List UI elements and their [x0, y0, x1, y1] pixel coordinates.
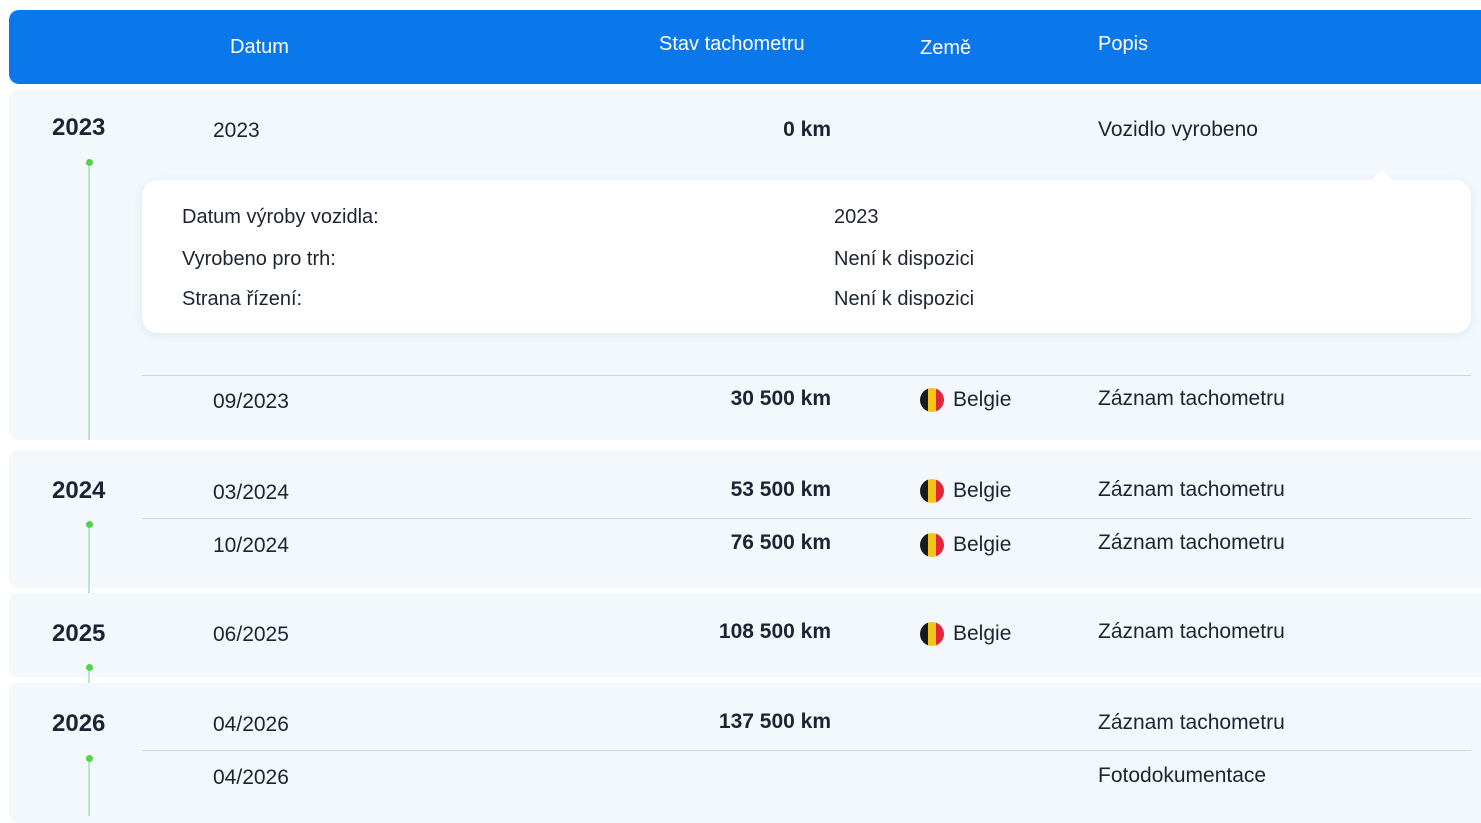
year-group-2024 — [9, 450, 1481, 588]
row-date: 04/2026 — [213, 766, 289, 789]
country-name: Belgie — [953, 533, 1012, 556]
row-description: Záznam tachometru — [1098, 711, 1285, 734]
timeline-dot — [85, 755, 93, 762]
row-date: 2023 — [213, 119, 260, 142]
row-description: Záznam tachometru — [1098, 478, 1285, 501]
timeline-line — [88, 762, 90, 816]
header-date: Datum — [230, 36, 289, 58]
row-date: 09/2023 — [213, 390, 289, 413]
belgium-flag-icon — [920, 533, 944, 557]
country-name: Belgie — [953, 622, 1012, 645]
row-description: Záznam tachometru — [1098, 531, 1285, 554]
row-description: Fotodokumentace — [1098, 764, 1267, 787]
row-divider — [142, 375, 1471, 376]
row-date: 04/2026 — [213, 713, 289, 736]
row-description[interactable]: Vozidlo vyrobeno — [1098, 118, 1258, 142]
row-date: 10/2024 — [213, 534, 289, 557]
timeline-line — [88, 166, 90, 440]
timeline-dot — [85, 159, 93, 166]
row-description: Záznam tachometru — [1098, 620, 1285, 643]
vehicle-details-popup: Datum výroby vozidla: 2023 Vyrobeno pro … — [142, 170, 1471, 333]
row-divider — [142, 518, 1471, 519]
detail-value: Není k dispozici — [834, 248, 975, 270]
belgium-flag-icon — [920, 622, 944, 646]
popup-arrow — [1372, 170, 1392, 180]
row-odometer: 137 500 km — [718, 710, 831, 733]
year-label: 2023 — [52, 114, 106, 141]
header-country: Země — [920, 37, 972, 59]
detail-value: 2023 — [834, 206, 879, 228]
row-country: Belgie — [920, 622, 1011, 646]
row-odometer: 108 500 km — [718, 620, 831, 643]
belgium-flag-icon — [920, 479, 944, 503]
timeline-dot — [85, 664, 93, 671]
row-divider — [142, 750, 1471, 751]
year-label: 2026 — [52, 710, 106, 737]
country-name: Belgie — [953, 479, 1012, 502]
row-odometer: 76 500 km — [730, 531, 831, 554]
row-country: Belgie — [920, 479, 1011, 503]
row-date: 06/2025 — [213, 623, 289, 646]
detail-label: Vyrobeno pro trh: — [182, 248, 336, 270]
detail-label: Datum výroby vozidla: — [182, 206, 379, 228]
row-description: Záznam tachometru — [1098, 387, 1285, 410]
detail-value: Není k dispozici — [834, 288, 975, 310]
row-date: 03/2024 — [213, 481, 289, 504]
row-odometer: 53 500 km — [730, 478, 831, 501]
row-odometer: 30 500 km — [730, 387, 831, 410]
country-name: Belgie — [953, 388, 1012, 411]
year-label: 2025 — [52, 620, 106, 647]
detail-label: Strana řízení: — [182, 288, 303, 310]
belgium-flag-icon — [920, 388, 944, 412]
year-group-2026 — [9, 683, 1481, 823]
timeline-dot — [85, 521, 93, 528]
header-description: Popis — [1098, 33, 1149, 55]
table-header: Datum Stav tachometru Země Popis — [9, 10, 1481, 84]
row-country: Belgie — [920, 388, 1011, 412]
header-odometer: Stav tachometru — [659, 33, 805, 55]
row-odometer: 0 km — [783, 118, 831, 141]
row-country: Belgie — [920, 533, 1011, 557]
year-label: 2024 — [52, 477, 106, 504]
